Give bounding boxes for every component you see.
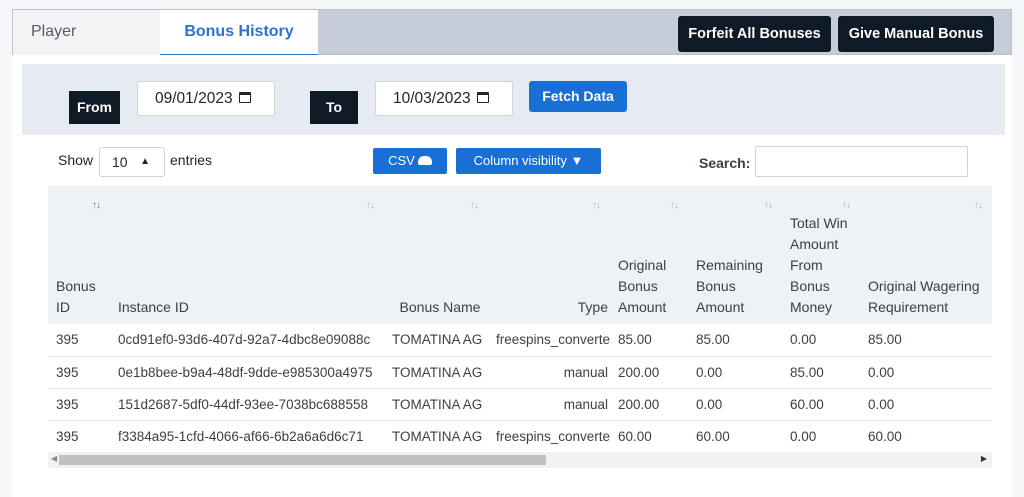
table-row: 395 0e1b8bee-b9a4-48df-9dde-e985300a4975… [48,356,992,389]
entries-per-page-select[interactable]: 10 ▲ [99,147,165,177]
cell-type: manual [488,356,610,389]
table-row: 395 0cd91ef0-93d6-407d-92a7-4dbc8e09088c… [48,324,992,357]
cell-original-wagering-requirement: 0.00 [860,356,992,389]
cell-instance-id: f3384a95-1cfd-4066-af66-6b2a6a6d6c71 [110,420,384,452]
sort-icon: ↑↓ [670,200,679,211]
cell-total-win-amount: 60.00 [782,388,860,421]
cell-total-win-amount: 0.00 [782,420,860,452]
cloud-download-icon [417,156,432,165]
cell-type: manual [488,388,610,421]
sort-icon: ↑↓ [92,200,101,211]
from-date-value: 09/01/2023 [155,90,233,107]
top-tab-bar: Player Bonuses Bonus History Forfeit All… [12,9,1012,84]
cell-instance-id: 0cd91ef0-93d6-407d-92a7-4dbc8e09088c [110,324,384,357]
forfeit-all-bonuses-button[interactable]: Forfeit All Bonuses [678,16,831,52]
csv-label: CSV [388,153,415,168]
sort-icon: ↑↓ [974,200,983,211]
entries-label: entries [170,152,213,168]
column-visibility-button[interactable]: Column visibility ▼ [456,148,601,174]
sort-icon: ↑↓ [842,200,851,211]
column-header-bonus-name[interactable]: ↑↓ Bonus Name [384,186,488,324]
cell-bonus-name: TOMATINA AG [384,388,488,421]
caret-down-icon: ▼ [570,153,584,168]
fetch-data-button[interactable]: Fetch Data [529,81,627,112]
calendar-icon[interactable] [238,92,251,103]
column-header-bonus-id[interactable]: ↑↓ Bonus ID [48,186,110,324]
entries-value: 10 [112,154,128,170]
column-visibility-label: Column visibility [473,153,567,168]
cell-remaining-bonus-amount: 60.00 [688,420,782,452]
cell-bonus-name: TOMATINA AG [384,356,488,389]
scroll-left-icon[interactable]: ◀ [51,454,57,463]
tab-player-bonuses[interactable]: Player Bonuses [13,10,161,84]
bonus-history-panel: From 09/01/2023 To 10/03/2023 Fetch Data… [12,55,1012,497]
scrollbar-thumb[interactable] [59,455,546,465]
cell-instance-id: 0e1b8bee-b9a4-48df-9dde-e985300a4975 [110,356,384,389]
cell-instance-id: 151d2687-5df0-44df-93ee-7038bc688558 [110,388,384,421]
cell-bonus-name: TOMATINA AG [384,324,488,357]
give-manual-bonus-button[interactable]: Give Manual Bonus [838,16,994,52]
cell-total-win-amount: 0.00 [782,324,860,357]
from-label: From [69,91,120,124]
calendar-icon[interactable] [476,92,489,103]
cell-type: freespins_converted [488,420,610,452]
bonus-history-table: ↑↓ Bonus ID ↑↓ Instance ID ↑↓ Bonus Name ↑↓… [48,186,992,452]
select-arrows-icon: ▲ [140,156,150,167]
cell-original-bonus-amount: 85.00 [610,324,688,357]
cell-bonus-name: TOMATINA AG [384,420,488,452]
table-row: 395 151d2687-5df0-44df-93ee-7038bc688558… [48,388,992,421]
cell-original-wagering-requirement: 0.00 [860,388,992,421]
cell-remaining-bonus-amount: 0.00 [688,388,782,421]
cell-bonus-id: 395 [48,324,110,357]
csv-export-button[interactable]: CSV [373,148,447,174]
to-label: To [310,91,358,124]
column-header-original-bonus-amount[interactable]: ↑↓ Original Bonus Amount [610,186,688,324]
sort-icon: ↑↓ [366,200,375,211]
column-header-instance-id[interactable]: ↑↓ Instance ID [110,186,384,324]
cell-remaining-bonus-amount: 85.00 [688,324,782,357]
column-header-type[interactable]: ↑↓ Type [488,186,610,324]
cell-original-bonus-amount: 200.00 [610,356,688,389]
to-date-input[interactable]: 10/03/2023 [375,81,513,116]
sort-icon: ↑↓ [764,200,773,211]
cell-bonus-id: 395 [48,420,110,452]
cell-original-wagering-requirement: 85.00 [860,324,992,357]
cell-original-bonus-amount: 60.00 [610,420,688,452]
cell-bonus-id: 395 [48,356,110,389]
table-header-row: ↑↓ Bonus ID ↑↓ Instance ID ↑↓ Bonus Name ↑↓… [48,186,992,324]
cell-original-wagering-requirement: 60.00 [860,420,992,452]
to-date-value: 10/03/2023 [393,90,471,107]
date-filter-bar: From 09/01/2023 To 10/03/2023 Fetch Data [22,64,1005,135]
cell-remaining-bonus-amount: 0.00 [688,356,782,389]
cell-bonus-id: 395 [48,388,110,421]
column-header-total-win-amount[interactable]: ↑↓ Total Win Amount From Bonus Money [782,186,860,324]
search-input[interactable] [755,146,968,177]
sort-icon: ↑↓ [470,200,479,211]
cell-original-bonus-amount: 200.00 [610,388,688,421]
sort-icon: ↑↓ [592,200,601,211]
column-header-remaining-bonus-amount[interactable]: ↑↓ Remaining Bonus Amount [688,186,782,324]
tab-bonus-history[interactable]: Bonus History [160,10,318,56]
show-label: Show [58,152,94,168]
cell-type: freespins_converted [488,324,610,357]
column-header-original-wagering-requirement[interactable]: ↑↓ Original Wagering Requirement [860,186,992,324]
cell-total-win-amount: 85.00 [782,356,860,389]
search-label: Search: [699,155,751,171]
horizontal-scrollbar[interactable]: ◀ ▶ [48,452,992,468]
from-date-input[interactable]: 09/01/2023 [137,81,275,116]
table-row: 395 f3384a95-1cfd-4066-af66-6b2a6a6d6c71… [48,420,992,452]
scroll-right-icon[interactable]: ▶ [981,454,987,463]
